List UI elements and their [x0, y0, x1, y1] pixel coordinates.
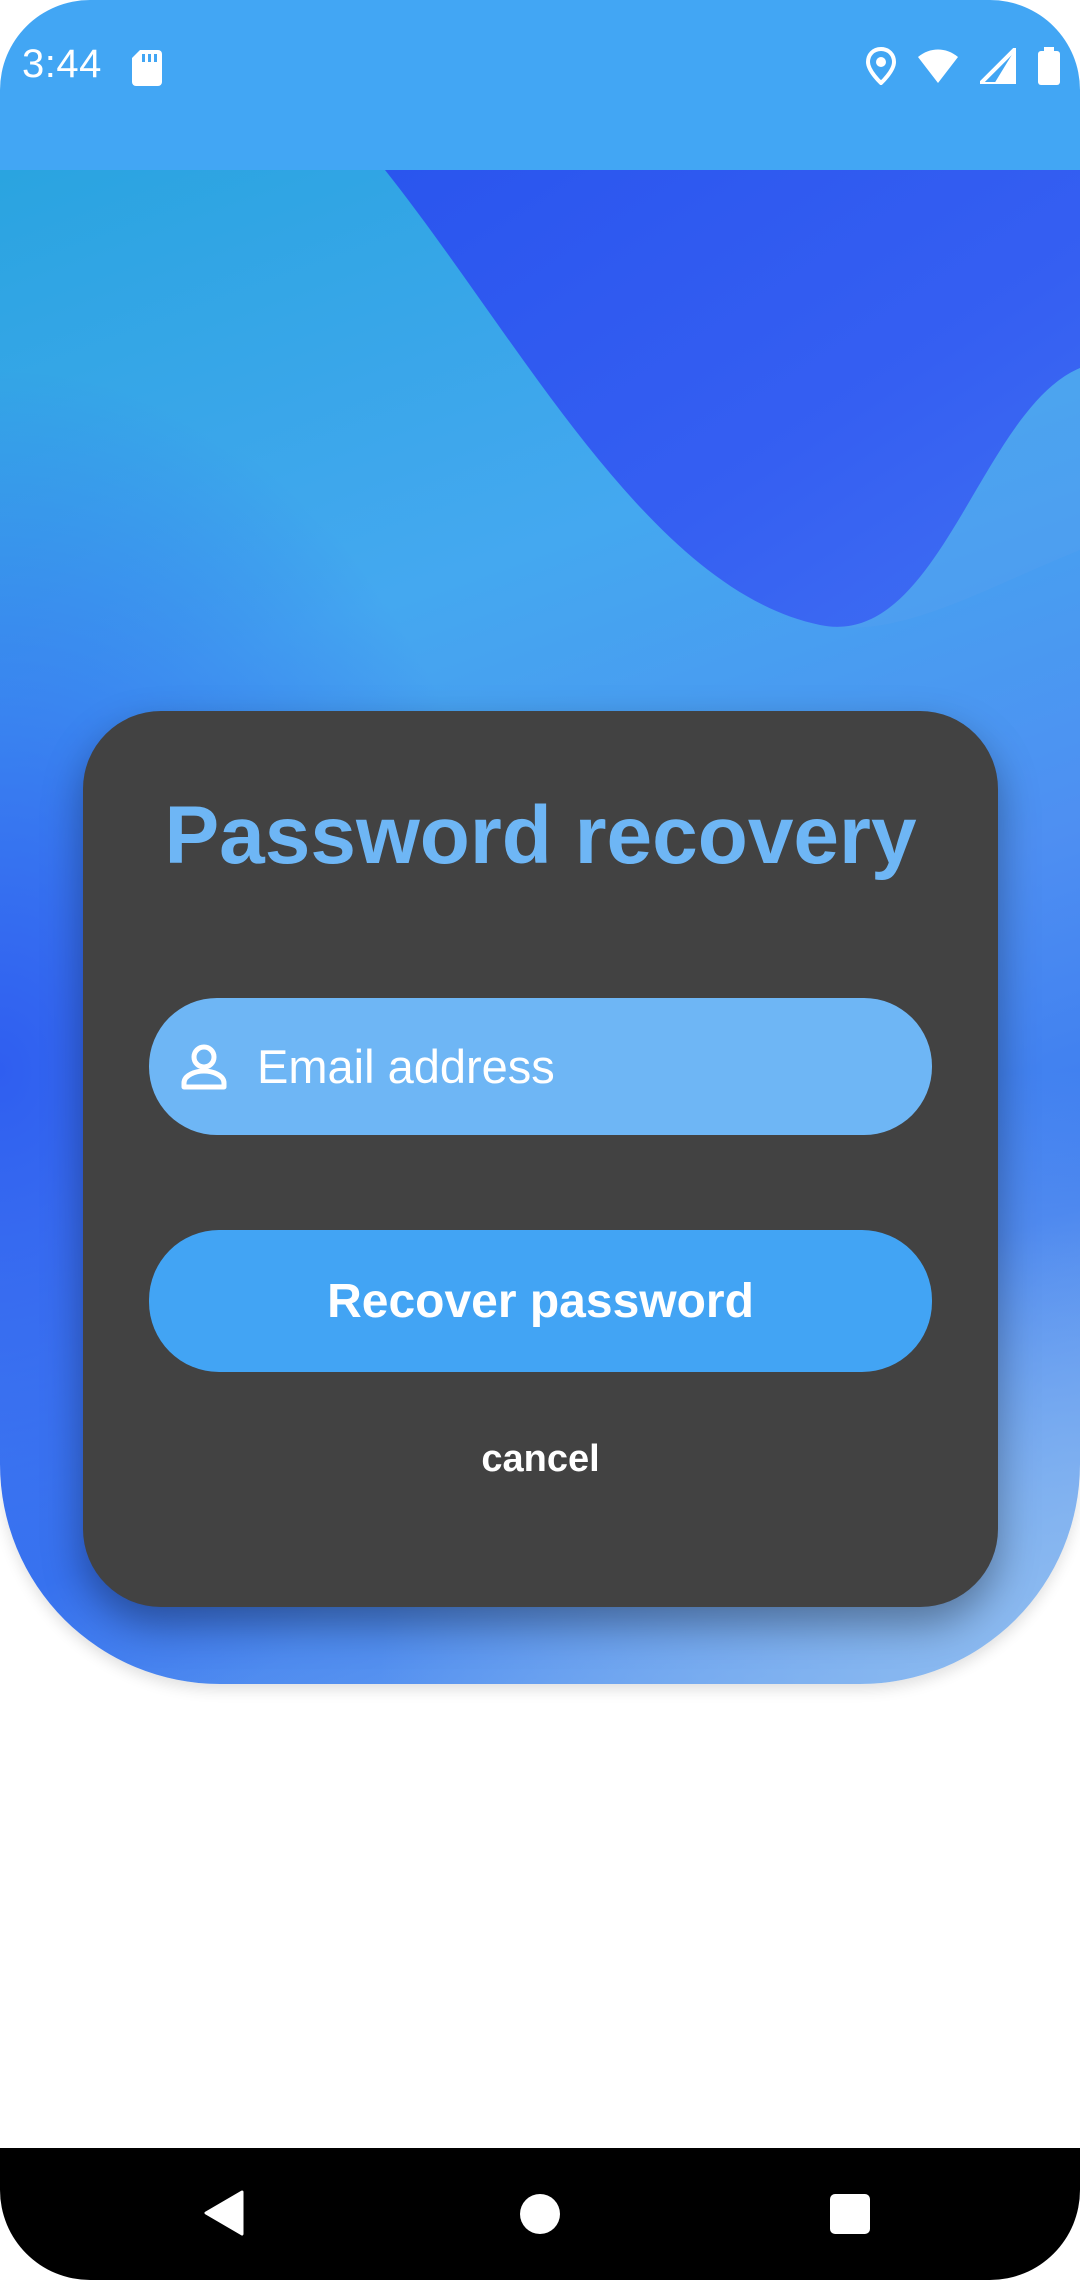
app-screen: 3:44 Password recovery Email address Rec…: [0, 0, 1080, 2280]
location-icon: [865, 46, 897, 90]
navigation-bar: [0, 2148, 1080, 2280]
recover-password-button[interactable]: Recover password: [149, 1230, 932, 1372]
page-title: Password recovery: [164, 790, 917, 881]
password-recovery-card: Password recovery Recover password cance…: [83, 711, 998, 1607]
status-time: 3:44: [22, 42, 102, 86]
cancel-button[interactable]: cancel: [83, 1438, 998, 1481]
status-icons: [865, 45, 1060, 90]
recents-icon[interactable]: [830, 2194, 870, 2234]
back-icon[interactable]: [204, 2190, 244, 2236]
email-field[interactable]: [149, 997, 932, 1136]
email-input[interactable]: [255, 997, 932, 1136]
home-icon[interactable]: [520, 2194, 560, 2234]
battery-icon: [1038, 46, 1060, 90]
wifi-icon: [918, 49, 958, 88]
status-bar: 3:44: [0, 0, 1080, 170]
person-icon: [179, 1042, 229, 1092]
sd-card-icon: [132, 50, 162, 86]
signal-icon: [978, 45, 1018, 89]
